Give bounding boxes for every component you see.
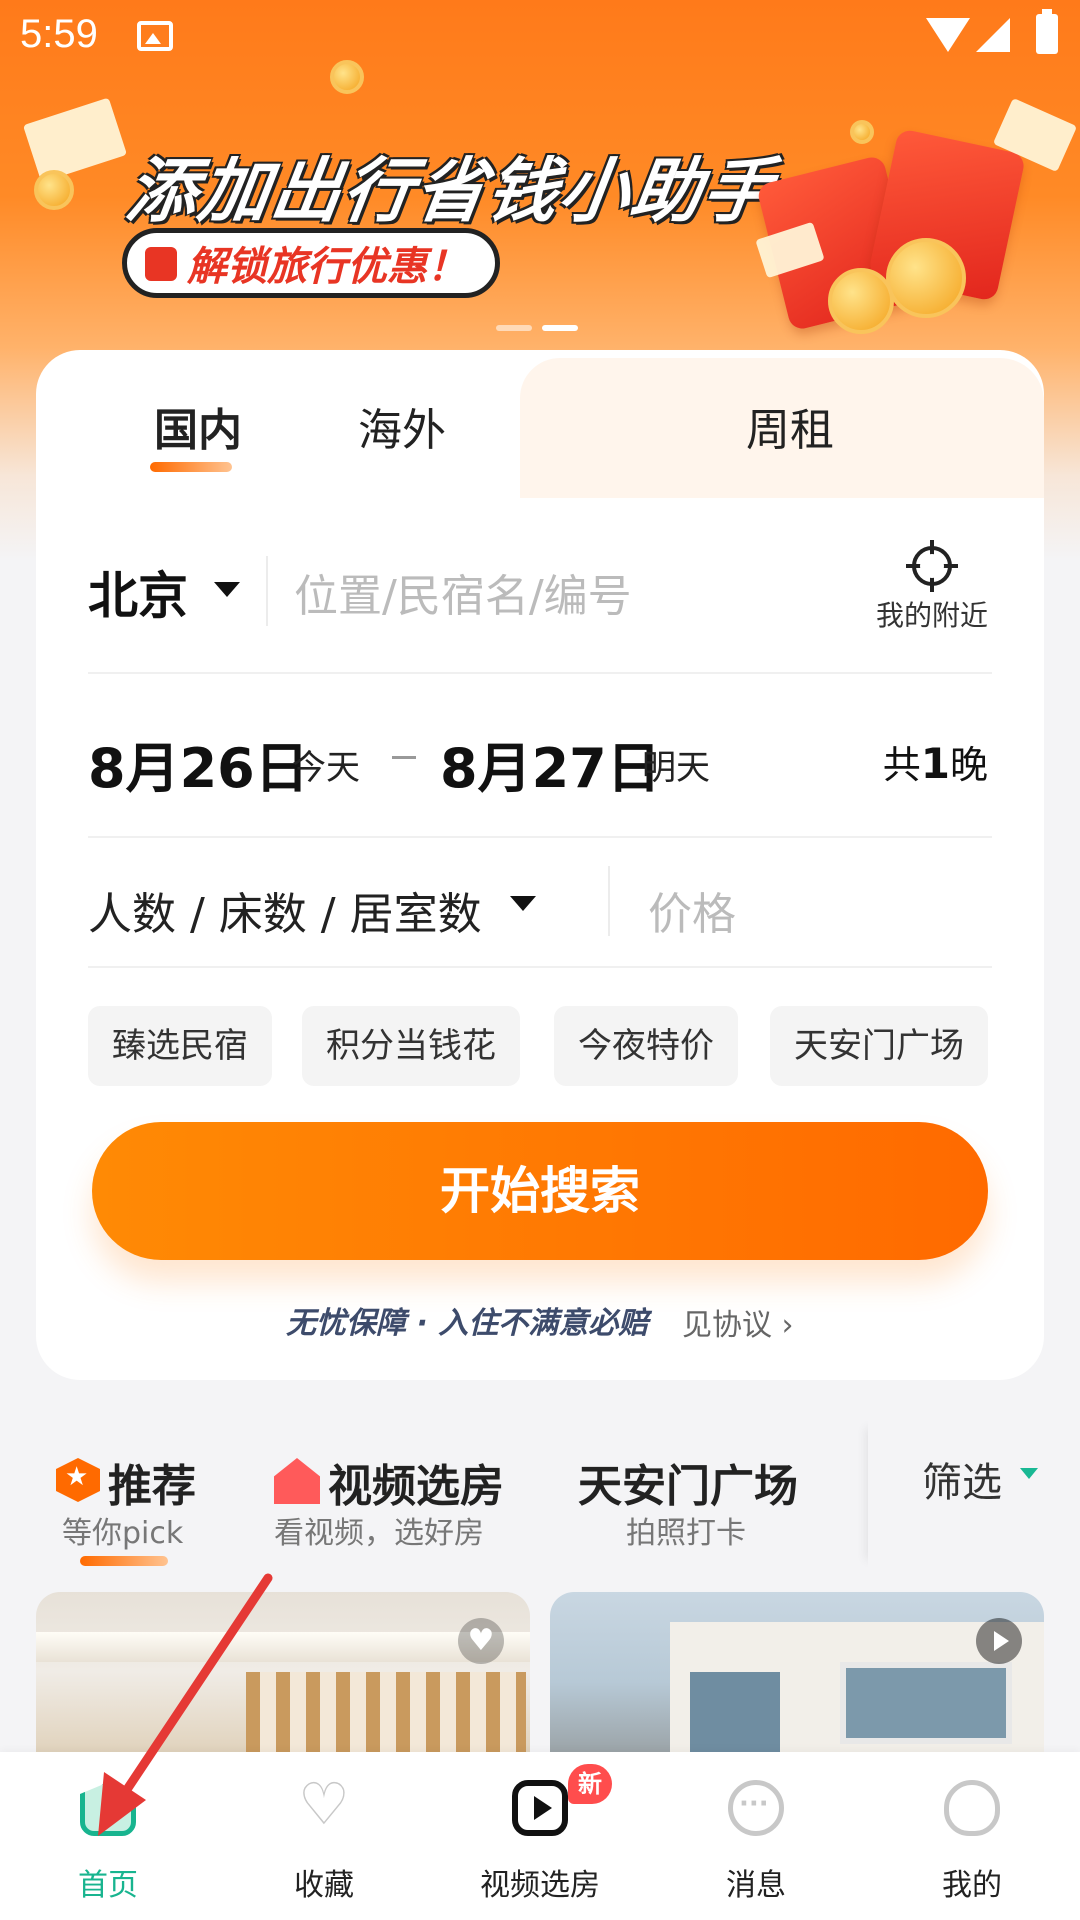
search-button[interactable]: 开始搜索	[92, 1122, 988, 1260]
divider	[266, 556, 268, 626]
nav-profile[interactable]: 我的	[864, 1752, 1080, 1920]
promo-pill-text: 解锁旅行优惠！	[187, 244, 467, 290]
listing-photo	[36, 1632, 530, 1662]
checkin-day: 今天	[292, 748, 360, 788]
nav-video[interactable]: 新 视频选房	[432, 1752, 648, 1920]
feed-tab-subtitle: 等你pick	[62, 1516, 184, 1551]
nav-home[interactable]: 首页	[0, 1752, 216, 1920]
tab-overseas[interactable]: 海外	[358, 394, 446, 458]
price-selector[interactable]: 价格	[648, 878, 736, 942]
locate-icon	[906, 540, 958, 592]
guarantee-text: 无忧保障 · 入住不满意必赔	[286, 1306, 649, 1341]
status-bar: 5:59	[0, 0, 1080, 72]
nav-label: 视频选房	[480, 1868, 600, 1903]
coin-decoration	[828, 268, 894, 334]
quick-filter-chips: 臻选民宿 积分当钱花 今夜特价 天安门广场	[88, 1006, 992, 1086]
nav-label: 消息	[726, 1868, 786, 1903]
chevron-down-icon[interactable]	[214, 582, 240, 597]
gallery-notification-icon	[137, 21, 173, 51]
promo-title: 添加出行省钱小助手	[121, 150, 781, 232]
message-icon	[728, 1780, 784, 1836]
coin-decoration	[330, 60, 364, 94]
tab-active-indicator	[150, 462, 232, 472]
feed-tab-title: 视频选房	[328, 1461, 504, 1512]
chip-tiananmen[interactable]: 天安门广场	[770, 1006, 988, 1086]
city-selector[interactable]: 北京	[88, 556, 188, 628]
tab-weekly-rent[interactable]: 周租	[746, 394, 834, 458]
nav-label: 首页	[78, 1868, 138, 1903]
nearby-button[interactable]: 我的附近	[874, 540, 990, 634]
divider	[88, 672, 992, 674]
coin-decoration	[850, 120, 874, 144]
chip-points[interactable]: 积分当钱花	[302, 1006, 520, 1086]
coin-decoration	[34, 170, 74, 210]
divider	[88, 966, 992, 968]
guests-selector[interactable]: 人数 / 床数 / 居室数	[88, 878, 482, 942]
wifi-icon	[926, 18, 970, 52]
tab-domestic[interactable]: 国内	[154, 394, 242, 458]
checkout-day: 明天	[642, 748, 710, 788]
cell-signal-icon	[976, 18, 1010, 52]
nearby-label: 我的附近	[875, 599, 988, 632]
new-badge: 新	[568, 1764, 612, 1804]
feed-tab-active-indicator	[80, 1556, 168, 1566]
filter-dropdown-icon[interactable]	[1020, 1468, 1038, 1479]
date-separator	[392, 756, 416, 759]
profile-icon	[944, 1780, 1000, 1836]
heart-icon: ♡	[298, 1770, 350, 1838]
agreement-link[interactable]: 见协议 ›	[682, 1300, 794, 1344]
status-time: 5:59	[20, 12, 98, 56]
divider	[88, 836, 992, 838]
carousel-dot-active	[542, 325, 578, 331]
chip-premium-homestay[interactable]: 臻选民宿	[88, 1006, 272, 1086]
feed-tab-subtitle: 拍照打卡	[626, 1516, 746, 1551]
filter-label[interactable]: 筛选	[922, 1450, 1002, 1508]
ticket-decoration	[22, 97, 128, 183]
checkin-date[interactable]: 8月26日	[88, 724, 309, 803]
favorite-heart-icon[interactable]: ♥	[458, 1618, 504, 1664]
divider	[608, 866, 610, 936]
nav-messages[interactable]: 消息	[648, 1752, 864, 1920]
feed-tab-title: 天安门广场	[578, 1461, 798, 1512]
red-envelope-icon	[145, 247, 177, 281]
feed-tab-title: 推荐	[108, 1461, 196, 1512]
promo-pill: 解锁旅行优惠！	[122, 228, 500, 298]
checkout-date[interactable]: 8月27日	[440, 724, 661, 803]
nav-label: 我的	[942, 1868, 1002, 1903]
nights-count: 共1晚	[882, 739, 988, 788]
house-video-icon	[274, 1458, 320, 1504]
play-video-icon[interactable]	[976, 1618, 1022, 1664]
recommend-icon	[56, 1458, 100, 1502]
feed-tab-subtitle: 看视频，选好房	[274, 1516, 484, 1551]
coin-decoration	[886, 238, 966, 318]
video-play-icon	[512, 1780, 568, 1836]
chevron-down-icon[interactable]	[510, 896, 536, 911]
nav-favorites[interactable]: ♡ 收藏	[216, 1752, 432, 1920]
chip-tonight-deal[interactable]: 今夜特价	[554, 1006, 738, 1086]
nav-label: 收藏	[294, 1868, 354, 1903]
search-input[interactable]: 位置/民宿名/编号	[294, 560, 632, 624]
battery-icon	[1036, 9, 1058, 54]
carousel-dot	[496, 325, 532, 331]
home-icon	[80, 1780, 136, 1836]
carousel-dots	[496, 325, 578, 331]
bottom-navigation: 首页 ♡ 收藏 新 视频选房 消息 我的	[0, 1752, 1080, 1920]
